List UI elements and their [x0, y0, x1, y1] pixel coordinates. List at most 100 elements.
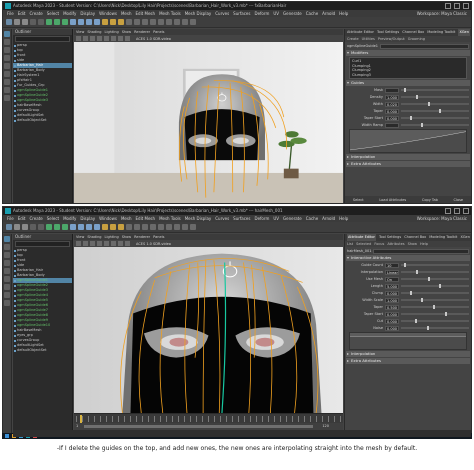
width-ramp-graph[interactable] — [349, 129, 467, 153]
maximize-icon[interactable] — [454, 3, 460, 9]
slider-handle[interactable] — [439, 284, 442, 288]
menu-arnold[interactable]: Arnold — [322, 10, 335, 17]
attribute-value-field[interactable]: 0.020 — [385, 101, 399, 107]
scale-icon[interactable] — [4, 276, 10, 282]
subtab-create[interactable]: Create — [347, 36, 359, 42]
snap-grid-icon[interactable] — [70, 224, 76, 230]
select-tool-icon[interactable] — [46, 19, 52, 25]
menu-mesh-tools[interactable]: Mesh Tools — [159, 10, 181, 17]
tab-xgen[interactable]: XGen — [460, 234, 469, 241]
section-guides[interactable]: Guides — [346, 80, 470, 86]
slider-handle[interactable] — [427, 102, 430, 106]
xray-icon[interactable] — [125, 36, 130, 41]
viewport-panel[interactable]: View Shading Lighting Show Renderer Pane… — [74, 234, 343, 413]
attribute-slider[interactable] — [401, 305, 469, 309]
wireframe-icon[interactable] — [83, 36, 88, 41]
select-button[interactable]: Select — [353, 198, 364, 202]
move-icon[interactable] — [4, 55, 10, 61]
minimize-icon[interactable] — [445, 208, 451, 214]
tab-attribute-editor[interactable]: Attribute Editor — [347, 29, 374, 36]
menu-help[interactable]: Help — [420, 241, 428, 247]
menu-cache[interactable]: Cache — [306, 215, 318, 222]
menu-mesh-display[interactable]: Mesh Display — [185, 215, 212, 222]
new-scene-icon[interactable] — [6, 224, 12, 230]
sculpt-icon[interactable] — [166, 19, 172, 25]
isolate-icon[interactable] — [118, 36, 123, 41]
render-settings-icon[interactable] — [118, 224, 124, 230]
menu-surfaces[interactable]: Surfaces — [233, 10, 250, 17]
attribute-value-field[interactable] — [385, 87, 399, 93]
attribute-slider[interactable] — [401, 123, 469, 127]
attribute-slider[interactable] — [401, 284, 469, 288]
menu-surfaces[interactable]: Surfaces — [233, 215, 250, 222]
viewport-panel[interactable]: View Shading Lighting Show Renderer Pane… — [74, 29, 343, 203]
slider-handle[interactable] — [409, 116, 412, 120]
ipr-render-icon[interactable] — [110, 19, 116, 25]
paint-select-icon[interactable] — [62, 19, 68, 25]
textured-icon[interactable] — [97, 241, 102, 246]
modeling-toolkit-icon[interactable] — [174, 19, 180, 25]
attribute-value-field[interactable]: 0.000 — [385, 325, 399, 331]
attribute-editor-icon[interactable] — [190, 224, 196, 230]
start-icon[interactable] — [5, 434, 9, 438]
menu-curves[interactable]: Curves — [215, 10, 229, 17]
close-icon[interactable] — [463, 3, 469, 9]
interactive-groom-icon[interactable] — [158, 19, 164, 25]
layout-outliner-icon[interactable] — [4, 300, 10, 306]
snap-curve-icon[interactable] — [78, 224, 84, 230]
save-scene-icon[interactable] — [22, 19, 28, 25]
menu-display[interactable]: Display — [80, 10, 95, 17]
smooth-shade-icon[interactable] — [90, 36, 95, 41]
lasso-tool-icon[interactable] — [54, 19, 60, 25]
attribute-value-field[interactable]: Linear — [385, 269, 399, 275]
shadows-icon[interactable] — [111, 36, 116, 41]
paint-icon[interactable] — [4, 47, 10, 53]
redo-icon[interactable] — [38, 19, 44, 25]
outliner-item[interactable]: defaultObjectSet — [13, 348, 72, 353]
width-ramp-graph[interactable] — [349, 332, 467, 350]
select-tool-icon[interactable] — [46, 224, 52, 230]
menu-help[interactable]: Help — [339, 10, 348, 17]
menu-show[interactable]: Show — [408, 241, 417, 247]
viewport-scene[interactable] — [74, 42, 343, 203]
lasso-icon[interactable] — [4, 39, 10, 45]
hypershade-icon[interactable] — [126, 224, 132, 230]
rotate-icon[interactable] — [4, 268, 10, 274]
attribute-value-field[interactable]: On — [385, 276, 399, 282]
snap-surface-icon[interactable] — [94, 19, 100, 25]
menu-file[interactable]: File — [7, 215, 14, 222]
attribute-value-field[interactable]: 1.000 — [385, 297, 399, 303]
subtab-utilities[interactable]: Utilities — [362, 36, 375, 42]
menu-mesh[interactable]: Mesh — [121, 215, 132, 222]
close-button[interactable]: Close — [454, 198, 464, 202]
select-icon[interactable] — [4, 236, 10, 242]
modifier-list[interactable]: Curl1 Clumping1 Clumping2 Clumping3 — [349, 57, 467, 79]
modifier-item[interactable]: Clumping3 — [352, 73, 464, 78]
tab-channel-box[interactable]: Channel Box — [402, 29, 424, 36]
menu-curves[interactable]: Curves — [215, 215, 229, 222]
menu-deform[interactable]: Deform — [254, 215, 269, 222]
undo-icon[interactable] — [30, 19, 36, 25]
menu-mesh-tools[interactable]: Mesh Tools — [159, 215, 181, 222]
xgen-icon[interactable] — [134, 224, 140, 230]
snap-surface-icon[interactable] — [94, 224, 100, 230]
select-icon[interactable] — [4, 31, 10, 37]
attribute-value-field[interactable]: 0.000 — [385, 290, 399, 296]
menu-select[interactable]: Select — [47, 215, 59, 222]
open-scene-icon[interactable] — [14, 19, 20, 25]
viewport-scene[interactable] — [74, 247, 343, 413]
attribute-slider[interactable] — [401, 291, 469, 295]
attribute-value-field[interactable]: 5.000 — [385, 283, 399, 289]
menu-mesh-display[interactable]: Mesh Display — [185, 10, 212, 17]
attribute-value-field[interactable] — [385, 122, 399, 128]
layout-outliner-icon[interactable] — [4, 95, 10, 101]
outliner-search-input[interactable] — [15, 36, 70, 42]
copy-tab-button[interactable]: Copy Tab — [422, 198, 438, 202]
outliner-search-input[interactable] — [15, 241, 70, 247]
section-extra-attributes[interactable]: Extra Attributes — [346, 161, 470, 167]
subtab-preview-output[interactable]: Preview/Output — [378, 36, 405, 42]
attribute-slider[interactable] — [401, 102, 469, 106]
layout-four-icon[interactable] — [4, 292, 10, 298]
menu-generate[interactable]: Generate — [283, 215, 302, 222]
smooth-shade-icon[interactable] — [90, 241, 95, 246]
